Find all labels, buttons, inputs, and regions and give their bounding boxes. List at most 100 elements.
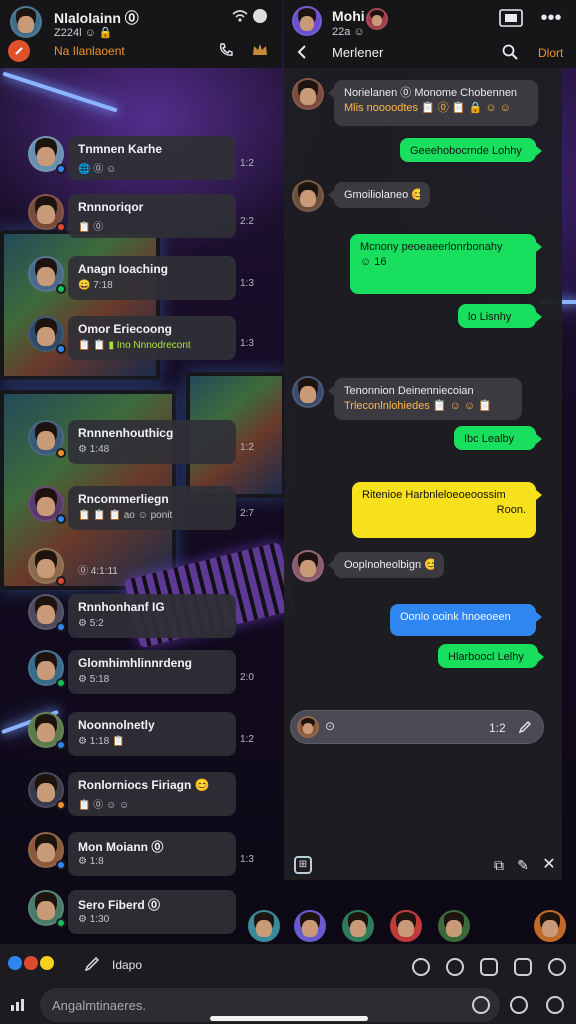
outgoing-message[interactable]: Mcnony peoeaeerlonrbonahy ☺ 16	[350, 234, 542, 294]
outgoing-message[interactable]: Ritenioe Harbnleloeoeoossim Roon.	[352, 482, 542, 538]
conversation-toolbar: ⊞ ⧉ ✎ ✕	[284, 850, 562, 880]
outgoing-message[interactable]: Oonlo ooink hnoeoeen	[390, 604, 542, 636]
emoji-icon[interactable]	[412, 958, 430, 976]
chat-list-item[interactable]: Rnnnenhouthicg ⚙ 1:48 1:2	[24, 420, 254, 476]
story-avatar[interactable]	[438, 910, 470, 942]
outgoing-message[interactable]: Hlarboocl Lelhy	[438, 644, 544, 668]
story-avatar[interactable]	[294, 910, 326, 942]
chat-preview-text: 🌐 ⓪ ☺	[78, 164, 117, 175]
chat-preview-card[interactable]: Ronlorniocs Firiagn 😊 📋 ⓪ ☺ ☺	[68, 772, 236, 816]
message-sender-avatar[interactable]	[292, 78, 324, 110]
chat-list-item[interactable]: Glomhimhlinnrdeng ⚙ 5:18 2:0	[24, 650, 254, 706]
contact-avatar[interactable]	[292, 6, 322, 36]
cast-icon[interactable]	[498, 8, 524, 28]
message-subtext: Roon.	[496, 504, 526, 516]
story-avatar[interactable]	[390, 910, 422, 942]
story-avatar[interactable]	[342, 910, 374, 942]
chat-time: 2:0	[240, 672, 254, 683]
mic-icon[interactable]	[472, 996, 490, 1014]
close-icon[interactable]: ✕	[540, 856, 558, 874]
chat-time: 1:2	[240, 442, 254, 453]
crown-icon[interactable]	[250, 40, 270, 60]
chat-preview-card[interactable]: Rncommerliegn 📋 📋 📋 ao ☺ ponit	[68, 486, 236, 530]
pencil-icon[interactable]	[82, 954, 102, 974]
online-status-dot	[56, 576, 66, 586]
chat-preview-card[interactable]: Noonnolnetly ⚙ 1:18 📋	[68, 712, 236, 756]
chat-preview-card[interactable]: Sero Fiberd ⓪ ⚙ 1:30	[68, 890, 236, 934]
mic-icon[interactable]: ✎	[514, 856, 532, 874]
group-avatar[interactable]	[366, 8, 388, 30]
chat-name: Glomhimhlinnrdeng	[78, 656, 192, 670]
chat-list-item[interactable]: Omor Eriecoong 📋 📋 ▮ Ino Nnnodrecont 1:3	[24, 316, 254, 372]
chat-list-item[interactable]: Sero Fiberd ⓪ ⚙ 1:30	[24, 890, 250, 946]
profile-avatar[interactable]	[10, 6, 42, 38]
chat-name: Rnnhonhanf IG	[78, 600, 165, 614]
signal-icon	[8, 994, 28, 1014]
online-status-dot	[56, 740, 66, 750]
chat-list-item[interactable]: Ronlorniocs Firiagn 😊 📋 ⓪ ☺ ☺	[24, 772, 250, 828]
emoji-picker-icon[interactable]	[510, 996, 528, 1014]
chat-preview-text: 📋 📋 ▮ Ino Nnnodrecont	[78, 340, 191, 351]
online-status-dot	[56, 800, 66, 810]
message-text: Oonlo ooink hnoeoeen	[400, 611, 511, 623]
brand-logo-icon[interactable]	[8, 40, 30, 62]
reply-icon[interactable]: ⊙	[325, 720, 335, 732]
outgoing-message[interactable]: Geeehobocrnde Lohhy	[400, 138, 542, 162]
chat-list-item[interactable]: Anagn Ioaching 😀 7:18 1:3	[24, 256, 254, 312]
online-status-dot	[56, 284, 66, 294]
chat-preview-card[interactable]: Rnnnoriqor 📋 ⓪	[68, 194, 236, 238]
chat-list-item[interactable]: Tnmnen Karhe 🌐 ⓪ ☺ 1:2	[24, 136, 254, 192]
phone-icon[interactable]	[216, 40, 236, 60]
chat-name: Mon Moiann ⓪	[78, 840, 164, 854]
story-avatar[interactable]	[534, 910, 566, 942]
image-icon[interactable]: ⧉	[490, 856, 508, 874]
chat-list-item[interactable]: Noonnolnetly ⚙ 1:18 📋 1:2	[24, 712, 254, 768]
chat-list-item[interactable]: Rncommerliegn 📋 📋 📋 ao ☺ ponit 2:7	[24, 486, 254, 542]
message-sender-avatar[interactable]	[292, 550, 324, 582]
chat-time: 2:2	[240, 216, 254, 227]
chat-list-item[interactable]: Rnnhonhanf IG ⚙ 5:2	[24, 594, 250, 650]
settings-icon[interactable]	[548, 958, 566, 976]
incoming-message[interactable]: Ooplnoheolbign 😊	[328, 552, 444, 578]
story-avatar[interactable]	[248, 910, 280, 942]
refresh-icon[interactable]	[546, 996, 564, 1014]
app-switcher-icon[interactable]	[8, 956, 54, 970]
incoming-message[interactable]: Tenonnion Deinenniecoian Trleconlnlohiede…	[328, 378, 522, 420]
chat-preview-card[interactable]: Tnmnen Karhe 🌐 ⓪ ☺	[68, 136, 236, 180]
message-composer[interactable]: ⊙ 1:2	[290, 710, 544, 744]
chat-preview-text: ⚙ 5:18	[78, 674, 110, 685]
online-status-dot	[56, 164, 66, 174]
sticker-icon[interactable]	[446, 958, 464, 976]
chat-name: Anagn Ioaching	[78, 262, 168, 276]
chat-list-header: Nlalolainn ⓪ Z224l ☺ 🔒 Na Ilanlaoent	[0, 0, 282, 68]
incoming-message[interactable]: Gmoiliolaneo 😊	[328, 182, 430, 208]
search-icon[interactable]	[500, 42, 520, 62]
chat-preview-card[interactable]: Mon Moiann ⓪ ⚙ 1:8	[68, 832, 236, 876]
header-orange-action[interactable]: Dlort	[538, 46, 563, 60]
chat-time: 1:3	[240, 278, 254, 289]
chat-preview-card[interactable]: Glomhimhlinnrdeng ⚙ 5:18	[68, 650, 236, 694]
chat-preview-card[interactable]: Omor Eriecoong 📋 📋 ▮ Ino Nnnodrecont	[68, 316, 236, 360]
attach-icon[interactable]: ⊞	[294, 856, 312, 874]
chat-list-item[interactable]: Mon Moiann ⓪ ⚙ 1:8 1:3	[24, 832, 254, 888]
online-status-dot	[56, 222, 66, 232]
outgoing-message[interactable]: lo Lisnhy	[458, 304, 542, 328]
chat-preview-card[interactable]: Rnnhonhanf IG ⚙ 5:2	[68, 594, 236, 638]
more-icon[interactable]: •••	[536, 8, 566, 28]
camera-icon[interactable]	[514, 958, 532, 976]
chat-preview-text: ⚙ 5:2	[78, 618, 104, 629]
message-sender-avatar[interactable]	[292, 376, 324, 408]
chat-preview-card[interactable]: Rnnnenhouthicg ⚙ 1:48	[68, 420, 236, 464]
outgoing-message[interactable]: Ibc Lealby	[454, 426, 542, 450]
gallery-icon[interactable]	[480, 958, 498, 976]
chat-list-item[interactable]: Rnnnoriqor 📋 ⓪ 2:2	[24, 194, 254, 250]
header-orange-label[interactable]: Na Ilanlaoent	[54, 44, 125, 58]
chat-name: Sero Fiberd ⓪	[78, 898, 161, 912]
message-sender-avatar[interactable]	[292, 180, 324, 212]
online-status-dot	[56, 344, 66, 354]
edit-icon[interactable]	[517, 719, 533, 735]
incoming-message[interactable]: Norielanen ⓪ Monome Chobennen Mlis nooood…	[328, 80, 538, 126]
chat-preview-card[interactable]: Anagn Ioaching 😀 7:18	[68, 256, 236, 300]
contact-subtitle: 22a ☺	[332, 26, 365, 38]
back-icon[interactable]	[292, 42, 312, 62]
